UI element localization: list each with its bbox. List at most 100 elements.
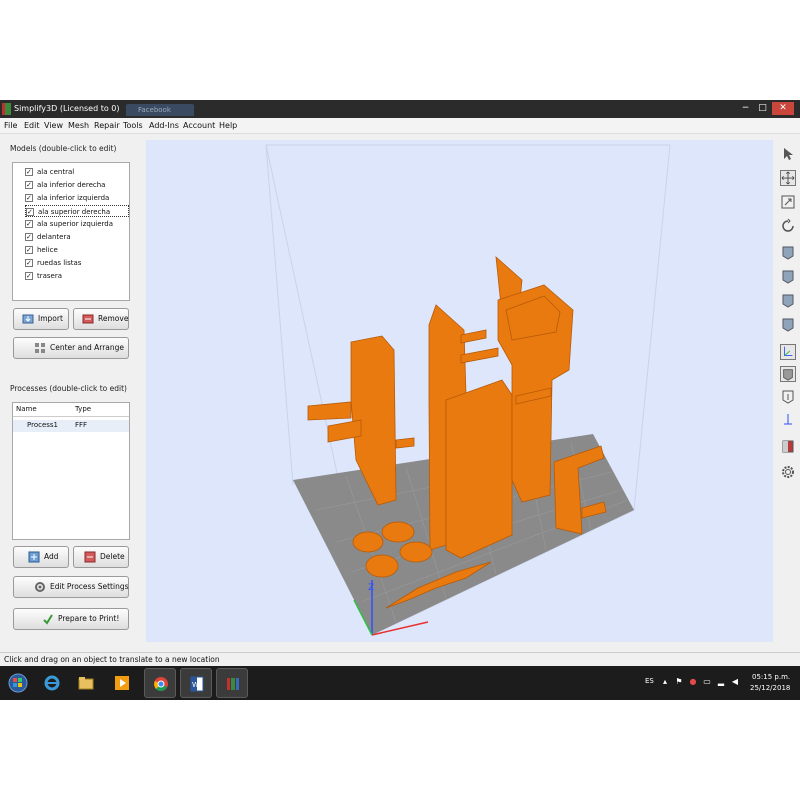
browser-tab[interactable]: Facebook xyxy=(126,104,194,116)
processes-title: Processes (double-click to edit) xyxy=(10,384,127,393)
tray-signal-icon[interactable]: ▂ xyxy=(716,677,726,687)
view-left-icon[interactable] xyxy=(780,292,796,308)
left-panel: Models (double-click to edit) ala centra… xyxy=(0,134,146,666)
model-delantera[interactable] xyxy=(445,379,513,559)
select-arrow-icon[interactable] xyxy=(780,146,796,162)
model-item[interactable]: delantera xyxy=(25,231,129,243)
maximize-button[interactable]: □ xyxy=(755,102,770,115)
menu-edit[interactable]: Edit xyxy=(24,121,40,130)
settings-gear-icon[interactable] xyxy=(780,464,796,480)
start-orb-icon xyxy=(8,673,28,693)
delete-process-button[interactable]: Delete xyxy=(73,546,129,568)
tray-display-icon[interactable]: ▭ xyxy=(702,677,712,687)
arrange-icon xyxy=(35,343,45,353)
table-header: Name Type xyxy=(13,403,129,417)
chrome-icon xyxy=(154,677,168,691)
model-trasera-fin xyxy=(307,401,352,421)
menu-help[interactable]: Help xyxy=(219,121,237,130)
app-icon xyxy=(2,103,11,115)
word-icon: W xyxy=(190,676,204,692)
tray-flag-icon[interactable]: ⚑ xyxy=(674,677,684,687)
taskbar-explorer[interactable] xyxy=(70,668,102,698)
bed-view-icon[interactable] xyxy=(780,412,796,428)
view-back-icon[interactable] xyxy=(780,268,796,284)
model-item[interactable]: ala superior izquierda xyxy=(25,218,129,230)
solid-view-icon[interactable] xyxy=(780,366,796,382)
add-process-button[interactable]: Add xyxy=(13,546,69,568)
menu-repair[interactable]: Repair xyxy=(94,121,120,130)
model-checkbox[interactable] xyxy=(25,257,33,269)
menu-bar: File Edit View Mesh Repair Tools Add-Ins… xyxy=(0,118,800,134)
status-bar: Click and drag on an object to translate… xyxy=(0,652,800,666)
model-item[interactable]: ala central xyxy=(25,166,129,178)
model-checkbox[interactable] xyxy=(25,270,33,282)
import-button[interactable]: Import xyxy=(13,308,69,330)
view-right-icon[interactable] xyxy=(780,316,796,332)
taskbar-simplify3d[interactable] xyxy=(216,668,248,698)
wheel[interactable] xyxy=(381,521,415,543)
wheel[interactable] xyxy=(352,531,384,553)
model-checkbox[interactable] xyxy=(25,192,33,204)
wireframe-icon[interactable] xyxy=(780,388,796,404)
taskbar-media[interactable] xyxy=(106,668,138,698)
model-checkbox[interactable] xyxy=(25,218,33,230)
3d-viewport[interactable]: Z xyxy=(146,140,773,642)
model-checkbox[interactable] xyxy=(25,179,33,191)
menu-mesh[interactable]: Mesh xyxy=(68,121,89,130)
tray-volume-icon[interactable]: ◀ xyxy=(730,677,740,687)
svg-text:W: W xyxy=(192,681,199,689)
minimize-button[interactable]: − xyxy=(738,102,753,115)
center-and-arrange-button[interactable]: Center and Arrange xyxy=(13,337,129,359)
model-item[interactable]: ala inferior izquierda xyxy=(25,192,129,204)
move-icon[interactable] xyxy=(780,170,796,186)
table-row[interactable]: Process1 FFF xyxy=(13,420,129,432)
model-ala-central-arm2 xyxy=(460,347,499,364)
menu-account[interactable]: Account xyxy=(183,121,215,130)
screen: Simplify3D (Licensed to 0) Facebook − □ … xyxy=(0,100,800,700)
prepare-to-print-button[interactable]: Prepare to Print! xyxy=(13,608,129,630)
wheel[interactable] xyxy=(399,541,433,563)
view-front-icon[interactable] xyxy=(780,244,796,260)
clock-time[interactable]: 05:15 p.m. xyxy=(752,673,790,681)
model-checkbox[interactable] xyxy=(26,206,34,218)
model-item[interactable]: ruedas listas xyxy=(25,257,129,269)
print-icon xyxy=(43,614,53,625)
rotate-icon[interactable] xyxy=(780,218,796,234)
taskbar-word[interactable]: W xyxy=(180,668,212,698)
menu-file[interactable]: File xyxy=(4,121,17,130)
edit-process-settings-button[interactable]: Edit Process Settings xyxy=(13,576,129,598)
taskbar-ie[interactable] xyxy=(36,668,68,698)
model-item[interactable]: ala inferior derecha xyxy=(25,179,129,191)
simplify3d-icon xyxy=(227,678,239,690)
menu-view[interactable]: View xyxy=(44,121,63,130)
menu-add-ins[interactable]: Add-Ins xyxy=(149,121,179,130)
models-list[interactable]: ala central ala inferior derecha ala inf… xyxy=(12,162,130,301)
process-type: FFF xyxy=(75,421,88,429)
scale-icon[interactable] xyxy=(780,194,796,210)
settings-icon xyxy=(35,582,45,592)
model-item-selected[interactable]: ala superior derecha xyxy=(25,205,129,218)
model-trasera-tab xyxy=(395,437,415,449)
remove-button[interactable]: Remove xyxy=(73,308,129,330)
clock-date[interactable]: 25/12/2018 xyxy=(750,684,790,692)
add-icon xyxy=(28,551,40,563)
model-checkbox[interactable] xyxy=(25,231,33,243)
title-bar: Simplify3D (Licensed to 0) Facebook − □ … xyxy=(0,100,800,118)
remove-icon xyxy=(82,314,94,324)
start-button[interactable] xyxy=(2,668,34,698)
taskbar-chrome[interactable] xyxy=(144,668,176,698)
wheel[interactable] xyxy=(365,554,399,578)
column-type: Type xyxy=(75,405,92,413)
tray-chevron-icon[interactable]: ▴ xyxy=(660,677,670,687)
model-checkbox[interactable] xyxy=(25,244,33,256)
cross-section-icon[interactable] xyxy=(780,438,796,454)
tray-alert-icon[interactable]: ● xyxy=(688,677,698,687)
menu-tools[interactable]: Tools xyxy=(123,121,143,130)
tray-language[interactable]: ES xyxy=(645,677,654,685)
axes-view-icon[interactable] xyxy=(780,344,796,360)
model-item[interactable]: trasera xyxy=(25,270,129,282)
model-item[interactable]: helice xyxy=(25,244,129,256)
close-button[interactable]: ✕ xyxy=(772,102,794,115)
processes-table[interactable]: Name Type Process1 FFF xyxy=(12,402,130,540)
model-checkbox[interactable] xyxy=(25,166,33,178)
